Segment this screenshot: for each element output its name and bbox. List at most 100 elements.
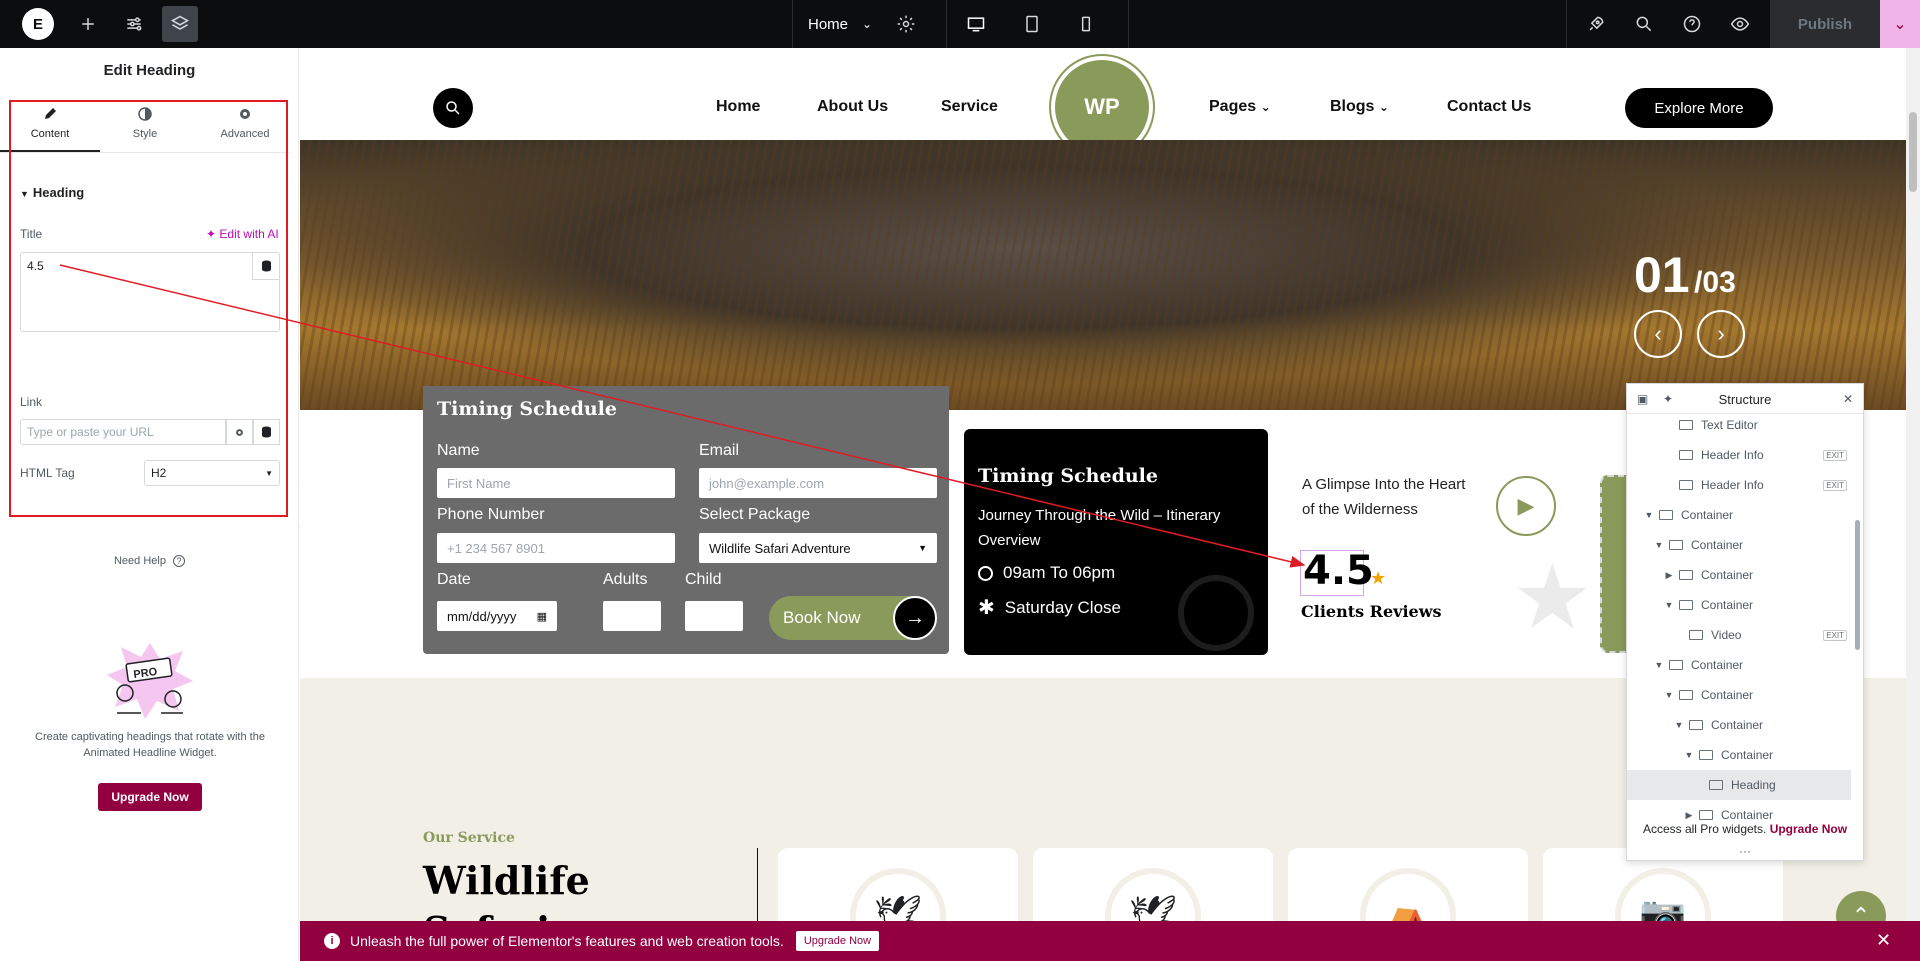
asterisk-icon: ✱ xyxy=(978,597,995,619)
slide-next-chevron-icon[interactable]: › xyxy=(1697,310,1745,358)
structure-row[interactable]: ▼ Container xyxy=(1627,500,1851,530)
email-input[interactable]: john@example.com xyxy=(699,468,937,498)
book-now-button[interactable]: Book Now → xyxy=(769,596,937,640)
booking-title: Timing Schedule xyxy=(437,398,617,420)
elementor-logo-icon[interactable]: E xyxy=(22,8,54,40)
help-icon[interactable] xyxy=(1674,6,1710,42)
structure-row[interactable]: ▶ Container xyxy=(1627,560,1851,590)
timing-hours-row: 09am To 06pm xyxy=(978,563,1115,583)
pro-promo-illustration: PRO xyxy=(107,643,193,719)
more-dots-icon[interactable]: ··· xyxy=(1627,844,1863,858)
page-selector[interactable]: Home ⌄ xyxy=(808,0,872,48)
promo-bar: i Unleash the full power of Elementor's … xyxy=(300,921,1920,961)
caret-down-icon[interactable]: ▼ xyxy=(1653,660,1665,670)
structure-upgrade-link[interactable]: Upgrade Now xyxy=(1770,822,1847,836)
structure-scroll-thumb[interactable] xyxy=(1855,520,1860,650)
container-icon xyxy=(1679,570,1693,580)
nav-about-us[interactable]: About Us xyxy=(817,98,888,116)
caret-down-icon[interactable]: ▼ xyxy=(1643,510,1655,520)
structure-title: Structure xyxy=(1718,392,1772,407)
need-help-link[interactable]: Need Help ? xyxy=(0,555,299,567)
star-watermark-icon: ★ xyxy=(1512,548,1593,648)
close-icon[interactable]: ✕ xyxy=(1876,930,1891,951)
close-icon[interactable]: ✕ xyxy=(1843,392,1853,406)
caret-down-icon[interactable]: ▼ xyxy=(1653,540,1665,550)
exit-badge[interactable]: EXIT xyxy=(1823,629,1847,641)
publish-options-chevron-icon[interactable]: ⌄ xyxy=(1880,0,1920,48)
caret-down-icon[interactable]: ▼ xyxy=(1673,720,1685,730)
page-name: Home xyxy=(808,15,849,33)
structure-row[interactable]: Video EXIT xyxy=(1627,620,1851,650)
package-select[interactable]: Wildlife Safari Adventure ▼ xyxy=(699,533,937,563)
phone-label: Phone Number xyxy=(437,506,545,523)
booking-form: Timing Schedule Name First Name Email jo… xyxy=(423,386,949,654)
structure-row-label: Heading xyxy=(1731,778,1776,792)
nav-pages[interactable]: Pages ⌄ xyxy=(1209,98,1271,116)
whats-new-rocket-icon[interactable] xyxy=(1578,6,1614,42)
nav-home[interactable]: Home xyxy=(716,98,760,116)
structure-layers-icon[interactable] xyxy=(162,6,198,42)
nav-service[interactable]: Service xyxy=(941,98,998,116)
explore-more-button[interactable]: Explore More xyxy=(1625,88,1773,128)
structure-row[interactable]: ▼ Container xyxy=(1627,650,1851,680)
structure-row[interactable]: ▼ Container xyxy=(1627,710,1851,740)
nav-blogs[interactable]: Blogs ⌄ xyxy=(1330,98,1389,116)
exit-badge[interactable]: EXIT xyxy=(1823,449,1847,461)
question-circle-icon: ? xyxy=(173,555,186,567)
promo-bar-upgrade-button[interactable]: Upgrade Now xyxy=(795,931,880,951)
container-icon xyxy=(1679,420,1693,430)
site-settings-icon[interactable] xyxy=(116,6,152,42)
email-label: Email xyxy=(699,442,740,459)
caret-down-icon[interactable]: ▼ xyxy=(1663,600,1675,610)
structure-row[interactable]: Text Editor xyxy=(1627,410,1851,440)
structure-row[interactable]: Heading xyxy=(1627,770,1851,800)
caret-right-icon[interactable]: ▶ xyxy=(1663,570,1675,581)
site-search-button[interactable] xyxy=(433,88,473,128)
mobile-view-icon[interactable] xyxy=(1068,6,1104,42)
structure-row[interactable]: Header Info EXIT xyxy=(1627,440,1851,470)
publish-button[interactable]: Publish xyxy=(1770,0,1880,48)
structure-footer: Access all Pro widgets. Upgrade Now xyxy=(1627,822,1863,836)
caret-right-icon[interactable]: ▶ xyxy=(1683,810,1695,821)
search-icon[interactable] xyxy=(1626,6,1662,42)
edit-panel: Edit Heading Content Style Advanced ▼ Hea… xyxy=(0,48,299,961)
structure-row-label: Container xyxy=(1701,568,1754,582)
exit-badge[interactable]: EXIT xyxy=(1823,479,1847,491)
structure-row[interactable]: ▼ Container xyxy=(1627,680,1851,710)
chevron-down-icon: ⌄ xyxy=(1378,100,1389,114)
structure-row-label: Container xyxy=(1681,508,1734,522)
phone-input[interactable]: +1 234 567 8901 xyxy=(437,533,675,563)
timing-title: Timing Schedule xyxy=(978,465,1158,487)
scrollbar-thumb[interactable] xyxy=(1909,112,1917,192)
video-widget-icon xyxy=(1689,630,1703,640)
promo-description: Create captivating headings that rotate … xyxy=(35,731,265,759)
container-icon xyxy=(1669,540,1683,550)
desktop-view-icon[interactable] xyxy=(958,6,994,42)
structure-scrollbar[interactable] xyxy=(1853,414,1863,794)
structure-row[interactable]: ▼ Container xyxy=(1627,530,1851,560)
hero-slider-image: 01 /03 ‹ › xyxy=(300,140,1906,410)
page-settings-gear-icon[interactable] xyxy=(888,6,924,42)
caret-down-icon[interactable]: ▼ xyxy=(1683,750,1695,760)
chevron-down-icon: ⌄ xyxy=(1260,100,1271,114)
topbar-divider xyxy=(1566,0,1567,48)
canvas-scrollbar[interactable] xyxy=(1906,48,1920,961)
rating-heading[interactable]: 4.5 xyxy=(1303,548,1374,594)
caret-down-icon[interactable]: ▼ xyxy=(1663,690,1675,700)
child-input[interactable] xyxy=(685,601,743,631)
play-video-icon[interactable]: ▶ xyxy=(1496,476,1556,536)
add-element-icon[interactable] xyxy=(70,6,106,42)
tablet-view-icon[interactable] xyxy=(1014,6,1050,42)
slide-prev-chevron-icon[interactable]: ‹ xyxy=(1634,310,1682,358)
structure-row[interactable]: ▼ Container xyxy=(1627,740,1851,770)
structure-row[interactable]: ▼ Container xyxy=(1627,590,1851,620)
upgrade-now-button[interactable]: Upgrade Now xyxy=(98,783,202,811)
annotation-highlight-box xyxy=(9,100,288,517)
structure-row[interactable]: Header Info EXIT xyxy=(1627,470,1851,500)
date-input[interactable]: mm/dd/yyyy ▦ xyxy=(437,601,557,631)
adults-input[interactable] xyxy=(603,601,661,631)
preview-eye-icon[interactable] xyxy=(1722,6,1758,42)
name-input[interactable]: First Name xyxy=(437,468,675,498)
nav-contact-us[interactable]: Contact Us xyxy=(1447,98,1531,116)
structure-row-label: Video xyxy=(1711,628,1742,642)
